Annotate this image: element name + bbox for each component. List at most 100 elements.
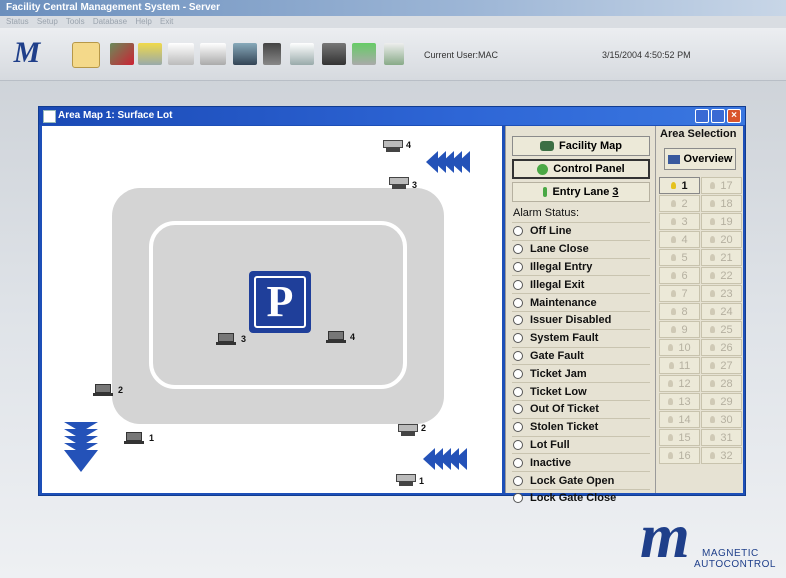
lamp-icon bbox=[710, 218, 716, 225]
gate-2-icon[interactable] bbox=[398, 424, 418, 436]
area-button-20[interactable]: 20 bbox=[701, 231, 742, 248]
maximize-button[interactable] bbox=[711, 109, 725, 123]
area-button-28[interactable]: 28 bbox=[701, 375, 742, 392]
area-button-7[interactable]: 7 bbox=[659, 285, 700, 302]
barrier-icon[interactable] bbox=[200, 43, 226, 65]
report-icon[interactable] bbox=[290, 43, 314, 65]
area-number: 32 bbox=[720, 449, 733, 462]
area-number: 25 bbox=[720, 323, 733, 336]
area-button-27[interactable]: 27 bbox=[701, 357, 742, 374]
alarm-illegal-entry: Illegal Entry bbox=[512, 257, 650, 276]
lamp-icon bbox=[668, 380, 674, 387]
alarm-lane-close: Lane Close bbox=[512, 239, 650, 258]
gate-1-icon[interactable] bbox=[396, 474, 416, 486]
area-button-2[interactable]: 2 bbox=[659, 195, 700, 212]
brand-m-mark: m bbox=[640, 500, 690, 571]
area-button-12[interactable]: 12 bbox=[659, 375, 700, 392]
lamp-icon bbox=[671, 236, 677, 243]
area-button-3[interactable]: 3 bbox=[659, 213, 700, 230]
area-button-24[interactable]: 24 bbox=[701, 303, 742, 320]
company-logo-button[interactable]: M bbox=[10, 38, 44, 68]
area-selection-title: Area Selection bbox=[660, 128, 737, 140]
area-button-15[interactable]: 15 bbox=[659, 429, 700, 446]
area-button-6[interactable]: 6 bbox=[659, 267, 700, 284]
area-button-10[interactable]: 10 bbox=[659, 339, 700, 356]
area-button-19[interactable]: 19 bbox=[701, 213, 742, 230]
alarm-indicator-icon bbox=[513, 333, 523, 344]
station-2-icon[interactable] bbox=[93, 382, 113, 396]
area-button-21[interactable]: 21 bbox=[701, 249, 742, 266]
overview-button[interactable]: Overview bbox=[664, 148, 736, 170]
entry-arrow-top-icon bbox=[426, 151, 470, 175]
parking-letter: P bbox=[266, 277, 294, 326]
lamp-icon bbox=[671, 200, 677, 207]
area-button-31[interactable]: 31 bbox=[701, 429, 742, 446]
list-icon[interactable] bbox=[352, 43, 376, 65]
alarm-out-of-ticket: Out Of Ticket bbox=[512, 399, 650, 418]
menu-help[interactable]: Help bbox=[135, 17, 151, 26]
area-selection-panel: Area Selection Overview 1 17 2 18 3 19 4 20 5 21 6… bbox=[655, 126, 743, 493]
entry-lane-button[interactable]: Entry Lane 3 bbox=[512, 182, 650, 202]
area-button-22[interactable]: 22 bbox=[701, 267, 742, 284]
menu-tools[interactable]: Tools bbox=[66, 17, 85, 26]
alarm-indicator-icon bbox=[513, 315, 523, 326]
alarm-inactive: Inactive bbox=[512, 453, 650, 471]
alarm-indicator-icon bbox=[513, 439, 523, 450]
area-button-29[interactable]: 29 bbox=[701, 393, 742, 410]
area-number: 22 bbox=[720, 269, 733, 282]
close-button[interactable]: × bbox=[727, 109, 741, 123]
alarm-lock-gate-close: Lock Gate Close bbox=[512, 488, 650, 507]
area-button-30[interactable]: 30 bbox=[701, 411, 742, 428]
lane-icon[interactable] bbox=[384, 43, 404, 65]
control-panel-button[interactable]: Control Panel bbox=[512, 159, 650, 179]
area-button-8[interactable]: 8 bbox=[659, 303, 700, 320]
lamp-icon bbox=[710, 398, 716, 405]
station-3-icon[interactable] bbox=[216, 331, 236, 345]
area-button-18[interactable]: 18 bbox=[701, 195, 742, 212]
minimize-button[interactable] bbox=[695, 109, 709, 123]
area-button-32[interactable]: 32 bbox=[701, 447, 742, 464]
lamp-icon bbox=[710, 182, 716, 189]
area-button-4[interactable]: 4 bbox=[659, 231, 700, 248]
ticket-icon[interactable] bbox=[138, 43, 162, 65]
lamp-icon bbox=[668, 452, 674, 459]
menu-setup[interactable]: Setup bbox=[37, 17, 58, 26]
gate-3-icon[interactable] bbox=[389, 177, 409, 189]
station-2-label: 2 bbox=[118, 385, 124, 395]
lamp-icon bbox=[710, 362, 716, 369]
area-button-13[interactable]: 13 bbox=[659, 393, 700, 410]
area-button-23[interactable]: 23 bbox=[701, 285, 742, 302]
area-button-26[interactable]: 26 bbox=[701, 339, 742, 356]
area-button-14[interactable]: 14 bbox=[659, 411, 700, 428]
blank-tool-button[interactable] bbox=[72, 42, 100, 68]
area-button-1[interactable]: 1 bbox=[659, 177, 700, 194]
station-icon[interactable] bbox=[263, 43, 281, 65]
area-button-17[interactable]: 17 bbox=[701, 177, 742, 194]
alarm-stolen-ticket: Stolen Ticket bbox=[512, 417, 650, 436]
facility-map-button[interactable]: Facility Map bbox=[512, 136, 650, 156]
area-number: 21 bbox=[720, 251, 733, 264]
computer-icon[interactable] bbox=[233, 43, 257, 65]
lamp-icon bbox=[671, 308, 677, 315]
lamp-icon bbox=[671, 182, 677, 189]
area-button-5[interactable]: 5 bbox=[659, 249, 700, 266]
lamp-icon bbox=[671, 326, 677, 333]
gate-4-icon[interactable] bbox=[383, 140, 403, 152]
lamp-icon bbox=[710, 380, 716, 387]
menu-status[interactable]: Status bbox=[6, 17, 29, 26]
gate-icon[interactable] bbox=[168, 43, 194, 65]
menu-exit[interactable]: Exit bbox=[160, 17, 173, 26]
area-number: 6 bbox=[681, 269, 688, 282]
area-button-25[interactable]: 25 bbox=[701, 321, 742, 338]
car-icon[interactable] bbox=[110, 43, 134, 65]
station-4-icon[interactable] bbox=[326, 329, 346, 343]
alarm-indicator-icon bbox=[513, 386, 523, 397]
area-button-9[interactable]: 9 bbox=[659, 321, 700, 338]
station-1-icon[interactable] bbox=[124, 430, 144, 444]
menu-database[interactable]: Database bbox=[93, 17, 127, 26]
area-number: 8 bbox=[681, 305, 688, 318]
area-button-16[interactable]: 16 bbox=[659, 447, 700, 464]
lamp-icon bbox=[668, 434, 674, 441]
printer-icon[interactable] bbox=[322, 43, 346, 65]
area-button-11[interactable]: 11 bbox=[659, 357, 700, 374]
